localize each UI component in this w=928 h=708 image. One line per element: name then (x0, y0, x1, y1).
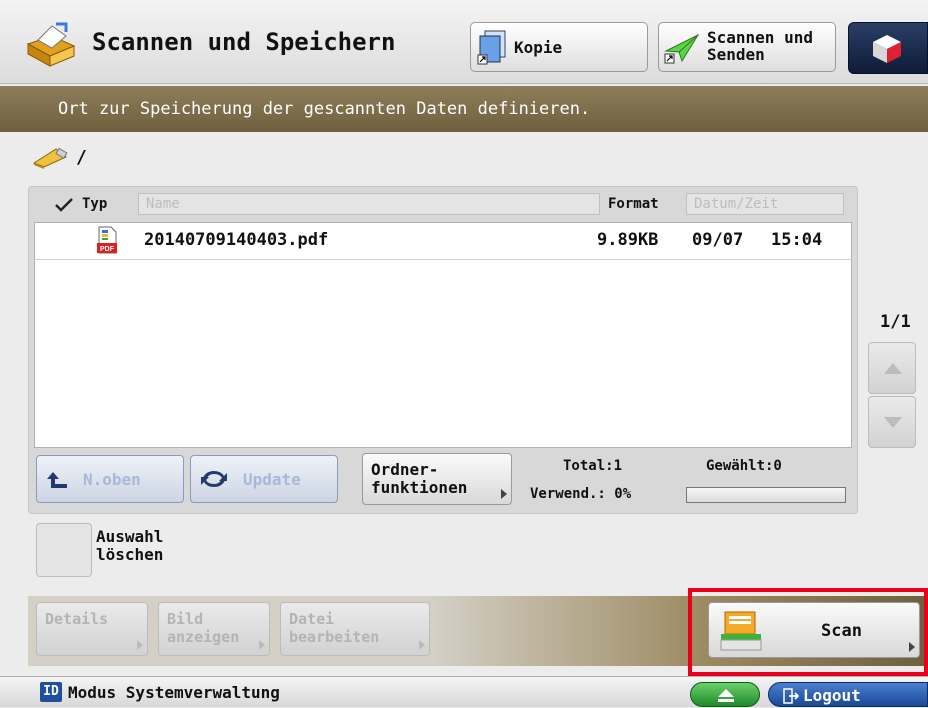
eject-button[interactable] (690, 682, 760, 707)
selected-count: Gewählt:0 (706, 458, 782, 474)
clear-selection-checkbox[interactable] (36, 523, 92, 577)
scannen-senden-button[interactable]: Scannen und Senden (658, 22, 836, 72)
instruction-bar: Ort zur Speicherung der gescannten Daten… (0, 86, 928, 132)
scannen-senden-label-2: Senden (707, 45, 765, 64)
instruction-text: Ort zur Speicherung der gescannten Daten… (58, 99, 591, 119)
more-arrow-icon (419, 640, 425, 650)
usage-percent: Verwend.: 0% (530, 486, 632, 502)
view-image-button[interactable]: Bild anzeigen (158, 602, 270, 656)
pdf-file-icon: PDF (96, 226, 118, 258)
more-arrow-icon (137, 640, 143, 650)
file-time: 15:04 (771, 230, 823, 250)
more-arrow-icon (501, 489, 507, 499)
eject-icon (717, 687, 735, 706)
logout-label: Logout (803, 686, 861, 705)
scroll-up-button[interactable] (868, 342, 916, 394)
usage-bar (686, 487, 846, 503)
scan-button[interactable]: Scan (708, 602, 920, 658)
system-mode-text: Modus Systemverwaltung (68, 683, 280, 702)
edit-file-label-1: Datei (289, 610, 335, 628)
up-level-button[interactable]: N.oben (36, 455, 184, 503)
col-typ[interactable]: Typ (82, 196, 107, 212)
scan-save-app-icon (22, 22, 78, 68)
cube-icon (871, 33, 903, 69)
clear-selection-label-1: Auswahl (96, 527, 164, 546)
checkmark-icon[interactable] (54, 197, 74, 217)
file-size: 9.89KB (597, 230, 659, 250)
id-badge: ID (40, 682, 62, 702)
paper-plane-icon (664, 31, 700, 69)
update-button[interactable]: Update (190, 455, 338, 503)
view-image-label-2: anzeigen (167, 628, 240, 646)
up-level-label: N.oben (83, 470, 141, 489)
page-indicator: 1/1 (880, 312, 911, 332)
scannen-senden-label-1: Scannen und (707, 28, 813, 47)
more-arrow-icon (909, 642, 915, 652)
main-menu-button[interactable] (848, 22, 928, 74)
clear-selection-label-2: löschen (96, 545, 164, 564)
scan-label: Scan (821, 621, 862, 641)
kopie-button[interactable]: Kopie (470, 22, 648, 72)
edit-file-button[interactable]: Datei bearbeiten (280, 602, 430, 656)
arrow-up-icon (884, 363, 902, 374)
update-label: Update (243, 470, 301, 489)
file-date: 09/07 (692, 230, 744, 250)
folder-functions-button[interactable]: Ordner- funktionen (362, 453, 512, 505)
total-count: Total:1 (563, 458, 623, 474)
current-path: / (76, 147, 87, 168)
more-arrow-icon (259, 640, 265, 650)
details-button[interactable]: Details (36, 602, 148, 656)
folder-functions-label-2: funktionen (371, 478, 468, 497)
kopie-label: Kopie (514, 38, 563, 57)
arrow-down-icon (884, 417, 902, 428)
logout-button[interactable]: Logout (768, 682, 928, 707)
col-datum-zeit[interactable]: Datum/Zeit (686, 193, 844, 215)
edit-file-label-2: bearbeiten (289, 628, 380, 646)
folder-functions-label-1: Ordner- (371, 460, 439, 479)
app-title: Scannen und Speichern (92, 28, 396, 56)
col-name[interactable]: Name (138, 193, 600, 215)
details-label: Details (45, 610, 109, 628)
usb-drive-icon (30, 147, 70, 173)
col-format[interactable]: Format (608, 196, 659, 212)
file-name: 20140709140403.pdf (144, 230, 329, 250)
scroll-down-button[interactable] (868, 396, 916, 448)
copy-icon (477, 29, 509, 69)
arrow-up-left-icon (45, 470, 69, 494)
pdf-badge-text: PDF (100, 246, 115, 253)
scanner-icon (719, 610, 765, 656)
logout-icon (783, 688, 800, 708)
refresh-icon (199, 468, 229, 494)
view-image-label-1: Bild (167, 610, 204, 628)
